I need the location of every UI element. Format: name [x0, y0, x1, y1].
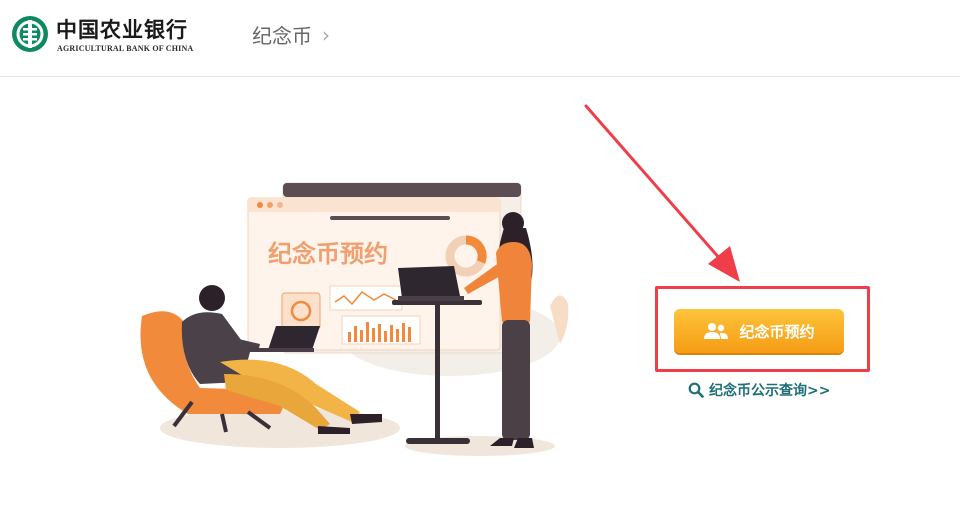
coin-announcement-query-label: 纪念币公示查询>> — [709, 383, 831, 399]
coin-reservation-button[interactable]: 纪念币预约 — [674, 309, 844, 353]
breadcrumb-label: 纪念币 — [252, 24, 312, 48]
breadcrumb[interactable]: 纪念币 › — [252, 20, 330, 49]
commemorative-coin-illustration: 纪念币预约 — [140, 182, 569, 456]
abc-emblem-icon — [12, 16, 48, 52]
coin-reservation-label: 纪念币预约 — [739, 322, 815, 341]
chevron-right-icon: › — [322, 22, 330, 47]
top-header: 中国农业银行 AGRICULTURAL BANK OF CHINA 纪念币 › — [0, 0, 960, 77]
search-icon — [688, 382, 704, 398]
users-icon — [704, 323, 729, 339]
bank-logo[interactable]: 中国农业银行 AGRICULTURAL BANK OF CHINA — [12, 12, 212, 60]
bank-name-cn: 中国农业银行 — [56, 17, 188, 42]
screen-heading: 纪念币预约 — [268, 240, 388, 268]
bank-name-en: AGRICULTURAL BANK OF CHINA — [57, 44, 194, 53]
annotation-arrow-icon — [584, 104, 740, 282]
coin-announcement-query-link[interactable]: 纪念币公示查询>> — [688, 380, 830, 400]
